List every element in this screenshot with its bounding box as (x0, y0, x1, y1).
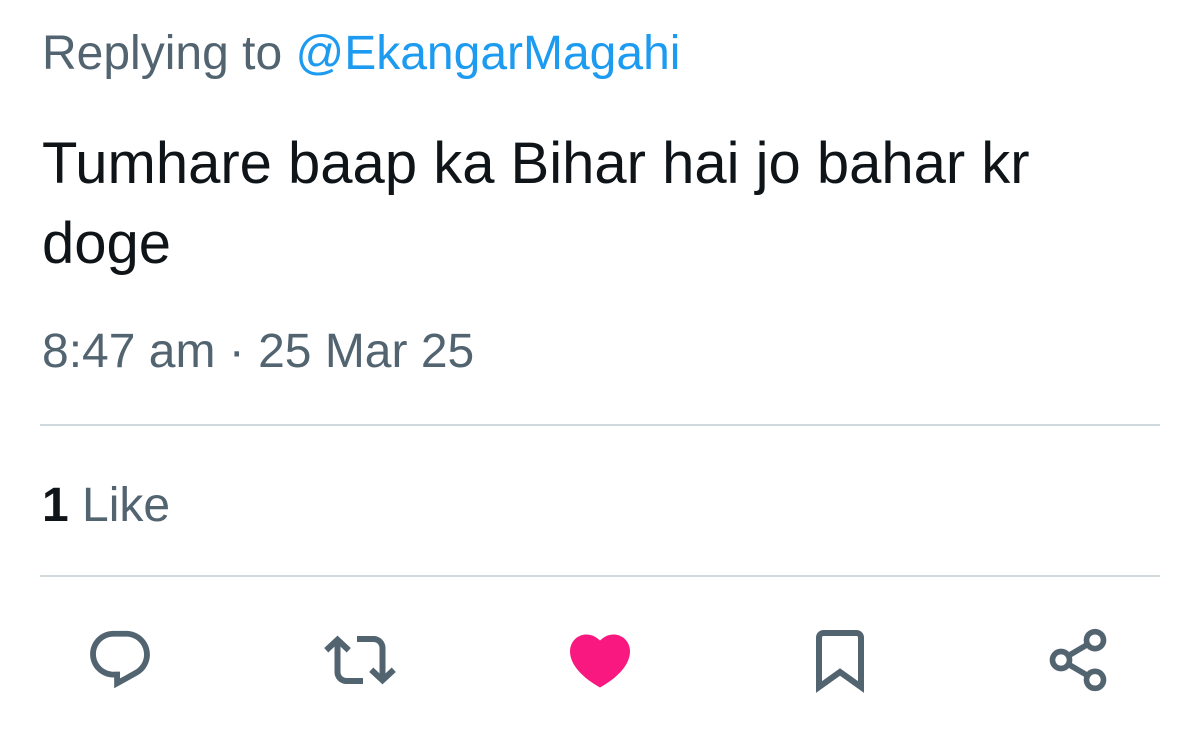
share-icon (1049, 628, 1107, 692)
divider (40, 424, 1160, 426)
bookmark-icon (816, 630, 864, 693)
retweet-icon (324, 635, 396, 685)
like-count: 1 (42, 479, 69, 532)
divider (40, 575, 1160, 577)
bookmark-button[interactable] (800, 620, 880, 700)
reply-button[interactable] (80, 620, 160, 700)
tweet-timestamp[interactable]: 8:47 am · 25 Mar 25 (42, 322, 474, 382)
like-label: Like (82, 479, 171, 532)
retweet-button[interactable] (320, 620, 400, 700)
share-button[interactable] (1038, 620, 1118, 700)
replying-to-label: Replying to (42, 27, 283, 80)
heart-icon (569, 634, 631, 688)
replying-to: Replying to @EkangarMagahi (42, 24, 680, 84)
tweet-detail: Replying to @EkangarMagahi Tumhare baap … (0, 0, 1200, 741)
tweet-text: Tumhare baap ka Bihar hai jo bahar kr do… (42, 131, 1030, 276)
mention-link[interactable]: @EkangarMagahi (295, 27, 680, 80)
likes-summary[interactable]: 1 Like (42, 476, 170, 536)
reply-icon (90, 630, 150, 689)
like-button[interactable] (560, 620, 640, 700)
